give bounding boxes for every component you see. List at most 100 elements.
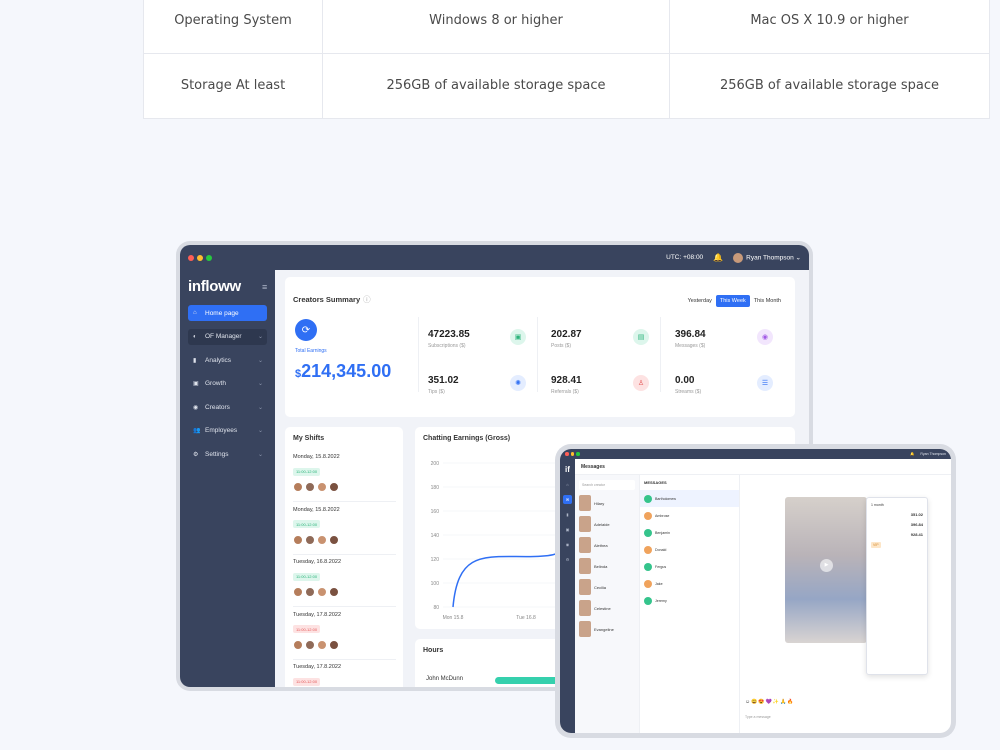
close-dot[interactable] bbox=[565, 452, 569, 456]
brand-name: infloww bbox=[188, 278, 241, 295]
chevron-down-icon: ⌄ bbox=[257, 381, 263, 387]
sidebar-item-label: Employees bbox=[205, 427, 238, 434]
messages-icon[interactable]: ✉ bbox=[563, 495, 572, 504]
panel-value: 396.84 bbox=[910, 522, 923, 527]
messages-heading: MESSAGES bbox=[644, 480, 667, 485]
panel-row: 351.02 bbox=[871, 512, 923, 517]
divider bbox=[293, 606, 396, 607]
avatar bbox=[644, 545, 652, 554]
chat-item[interactable]: Ambrose bbox=[640, 507, 739, 524]
sidebar-item-creators[interactable]: ◉ Creators ⌄ bbox=[188, 399, 267, 415]
gear-icon[interactable]: ⚙ bbox=[563, 555, 572, 564]
shift-item[interactable]: Tuesday, 17.8.2022 11:00-12:00 bbox=[293, 664, 396, 687]
creator-list: Search creator Hilary Adelaide Alethea Beli… bbox=[575, 475, 640, 733]
creator-item[interactable]: Belinda bbox=[579, 558, 635, 574]
chevron-down-icon: ⌄ bbox=[257, 334, 263, 340]
bell-icon[interactable]: 🔔 bbox=[910, 452, 914, 456]
video-thumbnail[interactable]: ▶ bbox=[785, 497, 867, 643]
creator-photo bbox=[579, 558, 591, 574]
sidebar-item-home[interactable]: ⌂ Home page bbox=[188, 305, 267, 321]
shift-date: Tuesday, 17.8.2022 bbox=[293, 664, 342, 670]
creator-icon: ◉ bbox=[193, 404, 199, 411]
bell-icon[interactable]: 🔔 bbox=[713, 253, 723, 262]
minimize-dot[interactable] bbox=[197, 254, 203, 261]
chat-name: Fergus bbox=[655, 564, 667, 569]
message-input[interactable]: Type a message bbox=[745, 715, 771, 719]
shift-item[interactable]: Monday, 15.8.2022 11:00-12:00 bbox=[293, 507, 396, 545]
spec-label: Storage At least bbox=[143, 52, 323, 119]
sidebar-item-of-manager[interactable]: ◐ OF Manager ⌄ bbox=[188, 328, 267, 345]
sidebar-item-growth[interactable]: ▣ Growth ⌄ bbox=[188, 376, 267, 392]
chevron-down-icon: ⌄ bbox=[257, 428, 263, 434]
creator-item[interactable]: Adelaide bbox=[579, 516, 635, 532]
tag-row: VIP bbox=[871, 542, 923, 548]
creator-photo bbox=[579, 621, 591, 637]
shift-item[interactable]: Monday, 15.8.2022 11:00-12:00 bbox=[293, 454, 396, 492]
chat-item[interactable]: Bartholomew bbox=[640, 490, 739, 507]
period-yesterday[interactable]: Yesterday bbox=[684, 295, 716, 307]
creator-photo bbox=[579, 495, 591, 511]
shift-item[interactable]: Tuesday, 16.8.2022 11:00-12:00 bbox=[293, 559, 396, 597]
avatar bbox=[644, 579, 652, 588]
close-dot[interactable] bbox=[188, 254, 194, 261]
y-tick-label: 140 bbox=[431, 533, 440, 539]
creator-name: Celestine bbox=[594, 605, 611, 611]
bar-chart-icon[interactable]: ▮ bbox=[563, 510, 572, 519]
creator-item[interactable]: Alethea bbox=[579, 537, 635, 553]
maximize-dot[interactable] bbox=[576, 452, 580, 456]
creator-name: Alethea bbox=[594, 542, 608, 548]
sidebar-item-settings[interactable]: ⚙ Settings ⌄ bbox=[188, 446, 267, 462]
fan-info-panel: 1 month 351.02 396.84 928.41 VIP bbox=[866, 497, 928, 675]
of-icon: ◐ bbox=[193, 333, 197, 340]
avatar bbox=[317, 587, 327, 597]
search-input[interactable]: Search creator bbox=[579, 480, 635, 490]
chat-item[interactable]: Benjamin bbox=[640, 524, 739, 541]
creator-item[interactable]: Cecilia bbox=[579, 579, 635, 595]
table-row: Operating System Windows 8 or higher Mac… bbox=[143, 0, 990, 54]
emoji-bar[interactable]: ☺😄😍💜✨🙏🔥 bbox=[745, 699, 794, 705]
avatar bbox=[293, 587, 303, 597]
x-tick-label: Tue 16.8 bbox=[516, 615, 536, 621]
creator-item[interactable]: Evangeline bbox=[579, 621, 635, 637]
users-icon[interactable]: ◉ bbox=[563, 540, 572, 549]
info-icon[interactable]: ⓘ bbox=[363, 295, 371, 304]
chat-item[interactable]: Fergus bbox=[640, 558, 739, 575]
metric-icon: ☰ bbox=[757, 375, 773, 391]
shift-time-badge: 11:00-12:00 bbox=[293, 677, 321, 686]
user-name[interactable]: Ryan Thompson bbox=[920, 452, 946, 456]
x-tick-label: Mon 15.8 bbox=[443, 615, 464, 621]
users-icon: 👥 bbox=[193, 428, 201, 434]
minimize-dot[interactable] bbox=[570, 452, 574, 456]
y-tick-label: 200 bbox=[431, 461, 440, 467]
home-icon[interactable]: ⌂ bbox=[563, 480, 572, 489]
maximize-dot[interactable] bbox=[206, 254, 212, 261]
avatar bbox=[305, 482, 315, 492]
user-menu[interactable]: Ryan Thompson ⌄ bbox=[733, 252, 801, 263]
vip-tag[interactable]: VIP bbox=[871, 542, 881, 548]
shift-date: Monday, 15.8.2022 bbox=[293, 454, 340, 460]
chat-item[interactable]: Donald bbox=[640, 541, 739, 558]
play-icon[interactable]: ▶ bbox=[820, 559, 833, 572]
period-selector: Yesterday This Week This Month bbox=[684, 295, 785, 307]
spec-mac: Mac OS X 10.9 or higher bbox=[669, 0, 990, 54]
page-title: Messages bbox=[575, 459, 951, 475]
creator-item[interactable]: Hilary bbox=[579, 495, 635, 511]
chat-item[interactable]: Jeremy bbox=[640, 592, 739, 609]
period-this-week[interactable]: This Week bbox=[715, 295, 750, 307]
creator-item[interactable]: Celestine bbox=[579, 600, 635, 616]
panel-value: 351.02 bbox=[910, 512, 923, 517]
table-row: Storage At least 256GB of available stor… bbox=[143, 52, 990, 119]
sidebar-item-employees[interactable]: 👥 Employees ⌄ bbox=[188, 423, 267, 439]
chat-name: Ambrose bbox=[655, 513, 670, 518]
shift-item[interactable]: Tuesday, 17.8.2022 11:00-12:00 bbox=[293, 612, 396, 650]
avatar bbox=[644, 528, 652, 537]
period-this-month[interactable]: This Month bbox=[750, 295, 785, 307]
sidebar-item-label: Home page bbox=[205, 309, 239, 317]
shift-time-badge: 11:00-12:00 bbox=[293, 572, 321, 581]
hamburger-icon[interactable]: ≡ bbox=[262, 282, 267, 292]
creator-name: Evangeline bbox=[594, 626, 614, 632]
chat-item[interactable]: Jake bbox=[640, 575, 739, 592]
sidebar-item-analytics[interactable]: ▮ Analytics ⌄ bbox=[188, 352, 267, 368]
shift-avatars bbox=[293, 639, 396, 650]
growth-icon[interactable]: ▣ bbox=[563, 525, 572, 534]
